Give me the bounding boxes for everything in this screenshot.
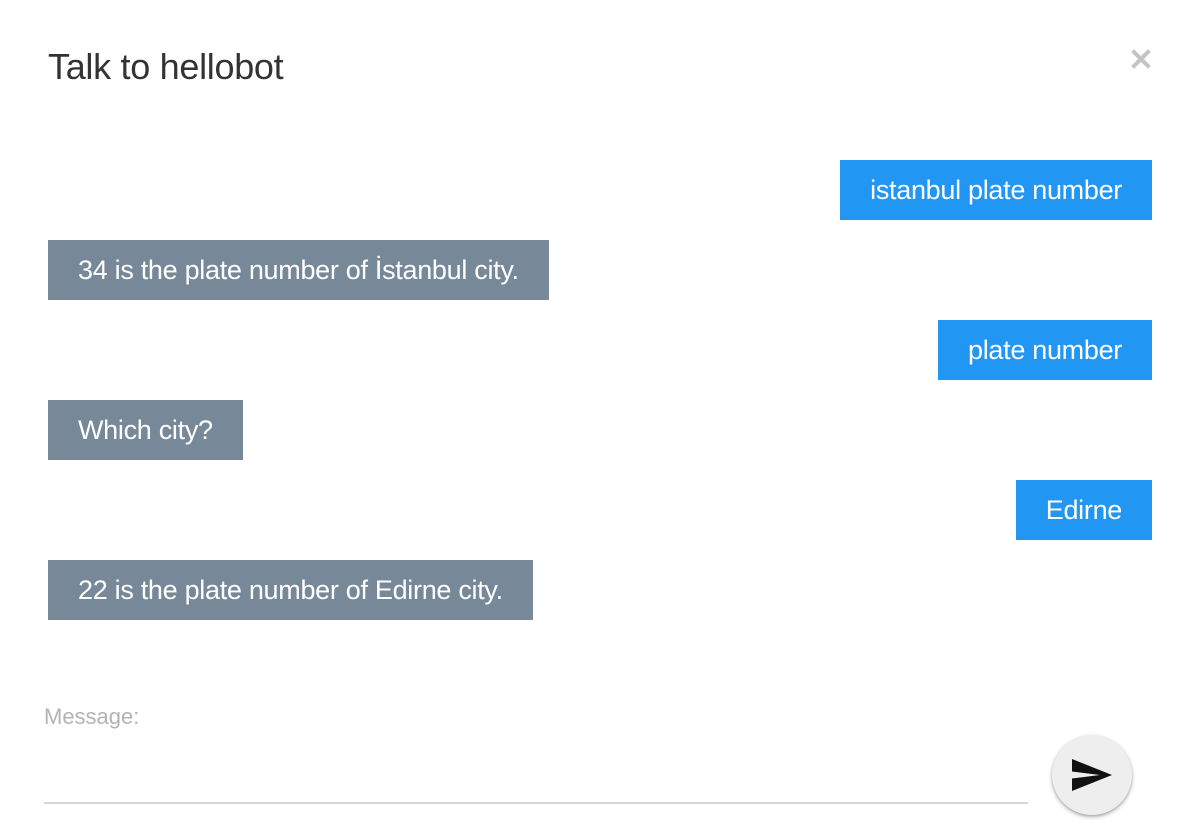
message-row-user: istanbul plate number — [48, 160, 1152, 220]
message-input[interactable] — [44, 738, 1028, 804]
message-label: Message: — [44, 704, 140, 729]
send-button[interactable] — [1052, 735, 1132, 815]
close-button[interactable] — [1126, 44, 1156, 74]
message-row-user: Edirne — [48, 480, 1152, 540]
message-row-bot: Which city? — [48, 400, 1152, 460]
dialog-title: Talk to hellobot — [48, 46, 284, 87]
message-list: istanbul plate number 34 is the plate nu… — [48, 160, 1152, 640]
user-message: plate number — [938, 320, 1152, 380]
message-row-bot: 34 is the plate number of İstanbul city. — [48, 240, 1152, 300]
user-message: istanbul plate number — [840, 160, 1152, 220]
message-row-user: plate number — [48, 320, 1152, 380]
user-message: Edirne — [1015, 480, 1152, 540]
send-icon — [1072, 759, 1112, 791]
bot-message: 22 is the plate number of Edirne city. — [48, 560, 533, 620]
close-icon — [1131, 49, 1151, 69]
message-row-bot: 22 is the plate number of Edirne city. — [48, 560, 1152, 620]
bot-message: 34 is the plate number of İstanbul city. — [48, 240, 549, 300]
bot-message: Which city? — [48, 400, 243, 460]
